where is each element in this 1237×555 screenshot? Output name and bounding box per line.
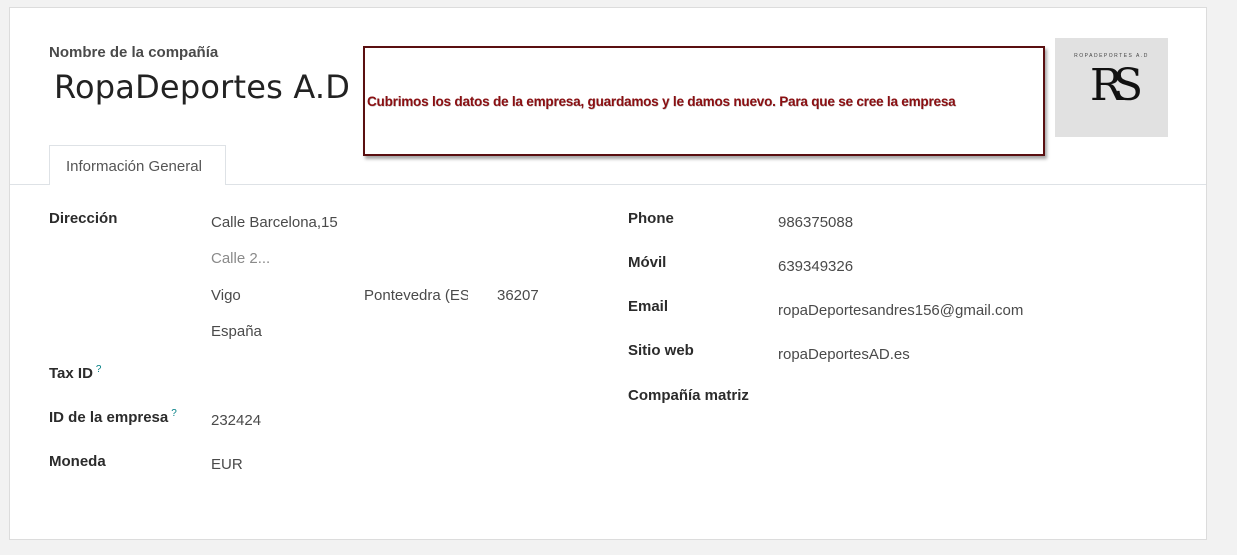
parent-company-label: Compañía matriz (628, 387, 749, 404)
company-id-label-text: ID de la empresa (49, 409, 169, 426)
company-id-label: ID de la empresa? (49, 408, 177, 426)
website-field[interactable]: ropaDeportesAD.es (778, 346, 910, 363)
mobile-field[interactable]: 639349326 (778, 258, 853, 275)
tax-id-help-icon[interactable]: ? (96, 364, 102, 375)
company-name-label: Nombre de la compañía (49, 44, 219, 61)
company-id-field[interactable]: 232424 (211, 412, 261, 429)
company-name-field[interactable]: RopaDeportes A.D (54, 68, 350, 106)
tax-id-label: Tax ID? (49, 364, 101, 382)
phone-field[interactable]: 986375088 (778, 214, 853, 231)
company-logo[interactable]: ROPADEPORTES A.D RS (1055, 38, 1168, 137)
company-form-sheet: Nombre de la compañía RopaDeportes A.D C… (9, 7, 1207, 540)
phone-label: Phone (628, 210, 674, 227)
annotation-box: Cubrimos los datos de la empresa, guarda… (363, 46, 1045, 156)
logo-monogram: RS (1089, 60, 1143, 111)
zip-field[interactable]: 36207 (497, 287, 539, 304)
company-id-help-icon[interactable]: ? (171, 408, 177, 419)
parent-company-field[interactable] (778, 391, 1078, 409)
currency-field[interactable]: EUR (211, 456, 243, 473)
email-field[interactable]: ropaDeportesandres156@gmail.com (778, 302, 1023, 319)
currency-label: Moneda (49, 453, 106, 470)
address-label: Dirección (49, 210, 118, 227)
state-field[interactable]: Pontevedra (ES) (364, 287, 468, 304)
street-field[interactable]: Calle Barcelona,15 (211, 214, 338, 231)
annotation-text: Cubrimos los datos de la empresa, guarda… (367, 94, 956, 109)
email-label: Email (628, 298, 669, 315)
tab-label: Información General (66, 158, 202, 175)
country-field[interactable]: España (211, 323, 262, 340)
street2-field[interactable]: Calle 2... (211, 250, 270, 267)
tab-general-information[interactable]: Información General (49, 145, 226, 185)
logo-caption: ROPADEPORTES A.D (1074, 53, 1149, 59)
website-label: Sitio web (628, 342, 694, 359)
city-field[interactable]: Vigo (211, 287, 241, 304)
mobile-label: Móvil (628, 254, 667, 271)
tax-id-label-text: Tax ID (49, 365, 93, 382)
